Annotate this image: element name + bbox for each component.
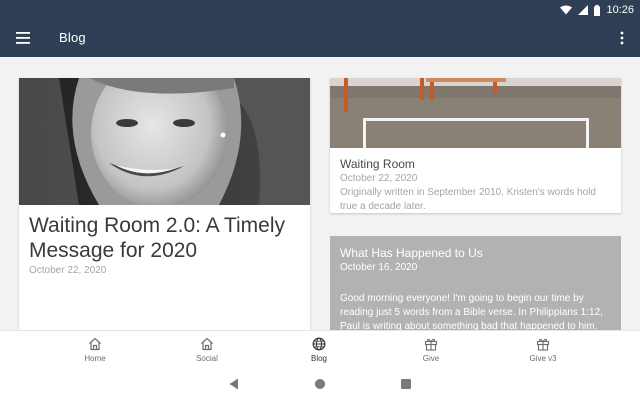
- post-image: [330, 78, 621, 148]
- gift-icon: [424, 338, 438, 351]
- system-navigation-bar: [0, 370, 640, 400]
- globe-icon: [312, 337, 326, 351]
- post-card[interactable]: Waiting Room October 22, 2020 Originally…: [330, 78, 621, 213]
- post-excerpt: Good morning everyone! I'm going to begi…: [340, 293, 603, 330]
- post-title: Waiting Room: [340, 157, 415, 171]
- featured-post-title: Waiting Room 2.0: A Timely Message for 2…: [29, 214, 285, 262]
- home-icon: [201, 337, 213, 351]
- nav-item-social[interactable]: Social: [167, 335, 247, 369]
- nav-label: Home: [84, 354, 106, 363]
- blog-feed: Waiting Room 2.0: A Timely Message for 2…: [0, 57, 640, 330]
- post-date: October 22, 2020: [340, 173, 418, 184]
- featured-post-card[interactable]: Waiting Room 2.0: A Timely Message for 2…: [19, 78, 310, 330]
- post-card-no-image[interactable]: What Has Happened to Us October 16, 2020…: [330, 236, 621, 330]
- app-bar: Blog: [0, 20, 640, 57]
- post-date: October 16, 2020: [340, 262, 418, 273]
- gift-icon: [536, 338, 550, 351]
- status-bar: 10:26: [0, 0, 640, 20]
- bottom-navigation: Home Social Blog Give Give v3: [0, 330, 640, 370]
- featured-post-image: [19, 78, 310, 205]
- hamburger-menu-icon[interactable]: [16, 31, 32, 45]
- home-circle-icon[interactable]: [315, 379, 325, 389]
- wifi-icon: [560, 5, 573, 15]
- home-icon: [89, 337, 101, 351]
- battery-icon: [594, 4, 601, 16]
- nav-item-blog[interactable]: Blog: [279, 335, 359, 369]
- more-vertical-icon[interactable]: [620, 31, 624, 45]
- recent-apps-square-icon[interactable]: [401, 379, 411, 389]
- nav-label: Social: [196, 354, 218, 363]
- nav-item-home[interactable]: Home: [55, 335, 135, 369]
- cellular-signal-icon: [578, 5, 589, 15]
- nav-item-give[interactable]: Give: [391, 335, 471, 369]
- nav-label: Give v3: [529, 354, 557, 363]
- nav-label: Blog: [310, 354, 327, 363]
- back-triangle-icon[interactable]: [229, 378, 239, 390]
- status-time: 10:26: [606, 4, 634, 16]
- page-title: Blog: [59, 30, 86, 45]
- post-title: What Has Happened to Us: [340, 246, 483, 260]
- status-icons: 10:26: [560, 2, 634, 18]
- post-excerpt: Originally written in September 2010, Kr…: [340, 187, 596, 212]
- featured-post-date: October 22, 2020: [29, 265, 107, 276]
- nav-label: Give: [422, 354, 440, 363]
- nav-item-give-v3[interactable]: Give v3: [503, 335, 583, 369]
